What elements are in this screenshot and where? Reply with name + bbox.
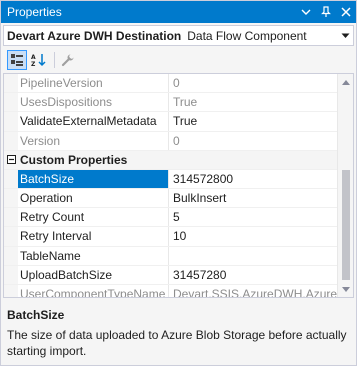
property-row[interactable]: PipelineVersion 0 [4,74,339,94]
property-value[interactable] [169,247,339,265]
vertical-scrollbar[interactable] [337,74,353,297]
property-grid: PipelineVersion 0 UsesDispositions True … [3,73,354,298]
property-value: True [173,95,198,110]
selector-dropdown-button[interactable] [337,26,353,45]
property-name: Retry Count [18,208,169,227]
scroll-thumb[interactable] [342,170,350,280]
property-name: UploadBatchSize [18,265,169,284]
property-name: UserComponentTypeName [18,284,169,297]
wrench-icon [61,54,74,67]
chevron-up-icon [342,79,350,85]
property-name: Operation [18,188,169,208]
property-row[interactable]: UploadBatchSize 31457280 [4,265,339,285]
property-value[interactable]: 314572800 [169,170,339,188]
description-text: The size of data uploaded to Azure Blob … [7,328,347,358]
chevron-down-icon [342,286,350,292]
property-row-selected[interactable]: BatchSize 314572800 [4,169,339,189]
property-row[interactable]: UsesDispositions True [4,93,339,113]
chevron-down-icon [301,9,311,15]
property-value[interactable]: 10 [169,227,339,245]
property-value[interactable]: 5 [169,208,339,226]
window-title: Properties [7,5,62,19]
property-row[interactable]: Version 0 [4,131,339,151]
categorized-icon [11,54,23,66]
alphabetical-sort-icon: A Z [31,54,46,67]
property-name: Version [18,131,169,150]
property-name: BatchSize [18,169,169,188]
property-value[interactable]: True [169,112,339,130]
property-name: TableName [18,246,169,265]
property-value: 0 [173,133,180,148]
property-row[interactable]: UserComponentTypeName Devart.SSIS.AzureD… [4,284,339,298]
property-row[interactable]: TableName [4,246,339,266]
property-row[interactable]: Operation BulkInsert [4,188,339,209]
properties-toolbar: A Z [3,48,354,72]
category-custom-properties[interactable]: Custom Properties [4,150,339,170]
svg-text:A: A [31,54,36,61]
object-type: Data Flow Component [187,28,307,43]
collapse-toggle[interactable] [4,150,18,169]
scroll-up-button[interactable] [338,74,353,90]
object-selector[interactable]: Devart Azure DWH Destination Data Flow C… [3,25,354,46]
property-name: Retry Interval [18,227,169,246]
description-title: BatchSize [7,308,65,322]
scroll-down-button[interactable] [338,281,353,297]
properties-window: Properties Devart Azure DWH Destination … [0,0,357,366]
toolbar-separator [54,52,55,68]
window-position-button[interactable] [296,2,316,22]
property-row[interactable]: ValidateExternalMetadata True [4,112,339,132]
close-button[interactable] [336,2,356,22]
property-value[interactable]: BulkInsert [169,189,339,207]
object-name: Devart Azure DWH Destination [7,28,182,43]
minus-box-icon [6,155,16,165]
close-icon [341,7,351,17]
alphabetical-button[interactable]: A Z [29,50,49,70]
svg-text:Z: Z [31,61,36,67]
pin-button[interactable] [316,2,336,22]
property-pages-button[interactable] [58,50,78,70]
pin-icon [321,6,331,17]
chevron-down-icon [341,33,349,38]
property-name: UsesDispositions [18,93,169,112]
property-value: Devart.SSIS.AzureDWH.AzureDW [173,286,339,298]
property-value[interactable]: 31457280 [169,266,339,284]
property-name: ValidateExternalMetadata [18,112,169,131]
categorized-button[interactable] [7,50,27,70]
property-row[interactable]: Retry Count 5 [4,208,339,228]
property-row[interactable]: Retry Interval 10 [4,227,339,247]
title-bar: Properties [1,1,356,23]
property-value: 0 [173,76,180,91]
property-name: PipelineVersion [18,74,169,93]
category-label: Custom Properties [20,152,128,167]
description-pane: BatchSize The size of data uploaded to A… [3,304,354,364]
